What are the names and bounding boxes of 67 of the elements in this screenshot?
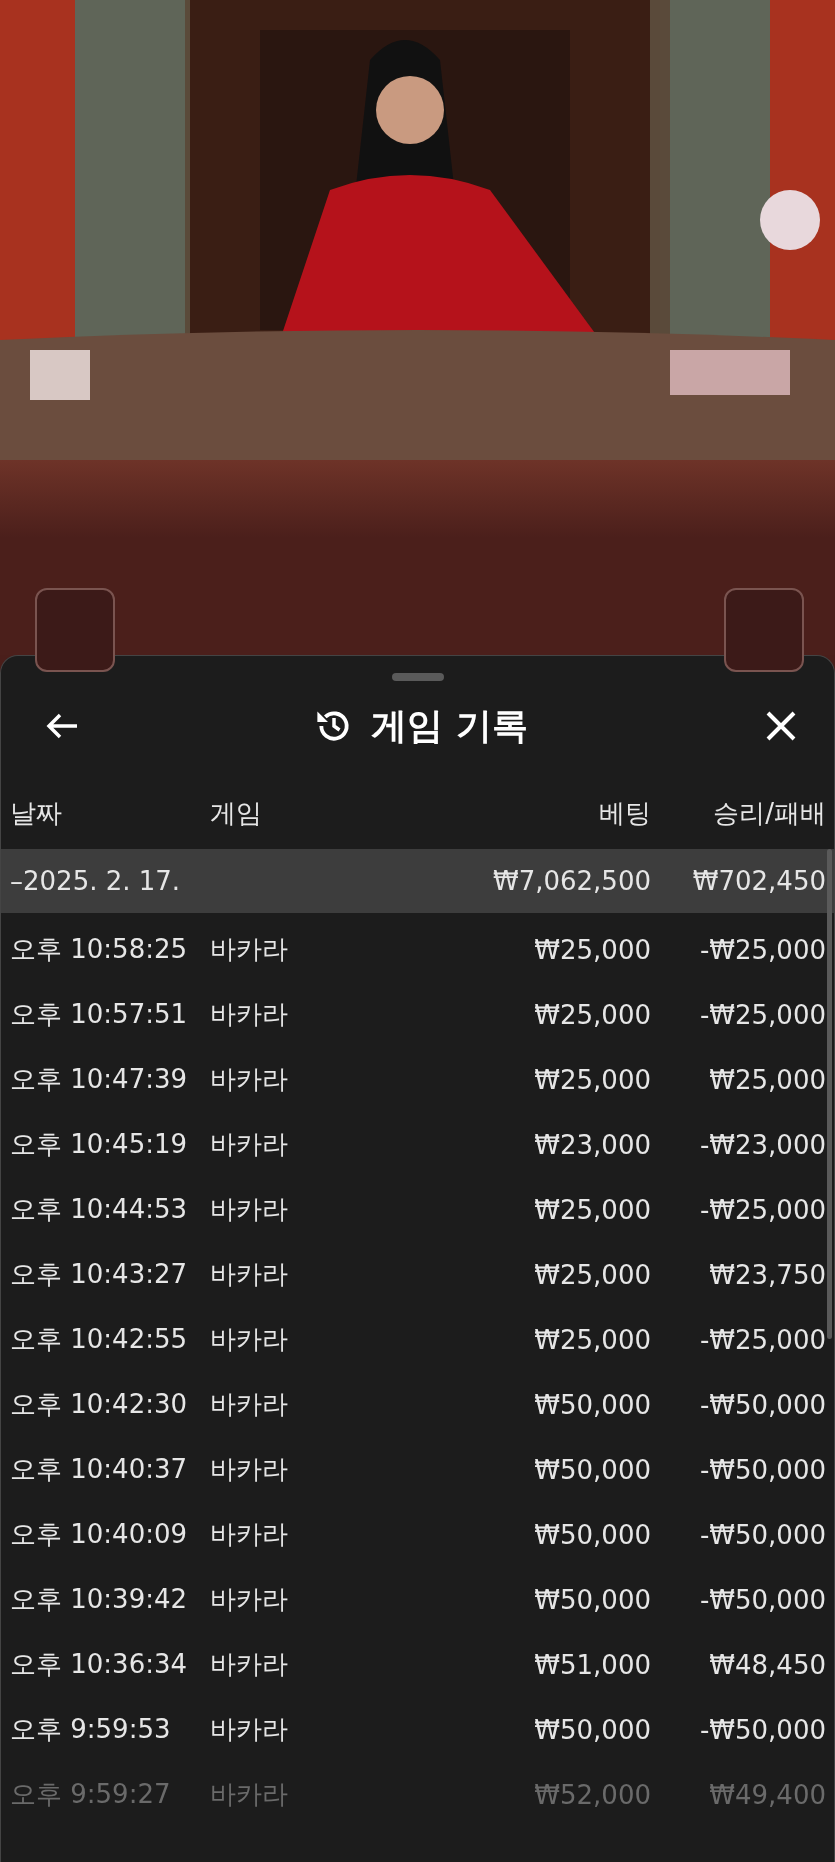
table-cell-text: -₩50,000	[698, 1454, 826, 1485]
table-cell-text: ₩50,000	[533, 1714, 651, 1745]
table-cell-text: -₩50,000	[698, 1389, 826, 1420]
table-cell-text: 바카라	[210, 1388, 289, 1421]
table-cell-text: 오후 10:43:27	[10, 1258, 189, 1291]
date-group-row[interactable]: –2025. 2. 17. ₩7,062,500 ₩702,450	[1, 849, 834, 913]
table-cell-text: 바카라	[210, 1583, 289, 1616]
table-cell-text: 바카라	[210, 933, 289, 966]
table-cell-text: ₩49,400	[708, 1779, 826, 1810]
sheet-title: 게임 기록	[371, 703, 528, 748]
table-cell-text: ₩50,000	[533, 1519, 651, 1550]
table-cell-text: ₩25,000	[533, 1194, 651, 1225]
table-cell-text: -₩25,000	[698, 999, 826, 1030]
table-cell-text: 바카라	[210, 1778, 289, 1811]
table-cell-text: 바카라	[210, 1648, 289, 1681]
table-cell-text: ₩48,450	[708, 1649, 826, 1680]
table-cell-text: -₩25,000	[698, 1194, 826, 1225]
table-cell-text: 오후 10:40:09	[10, 1518, 189, 1551]
column-header: 승리/패배	[712, 796, 826, 830]
table-cell-text: 오후 10:42:30	[10, 1388, 189, 1421]
table-cell-text: -₩25,000	[698, 1324, 826, 1355]
table-cell-text: 바카라	[210, 1193, 289, 1226]
table-cell-text: 오후 10:45:19	[10, 1128, 189, 1161]
table-cell-text: 바카라	[210, 1063, 289, 1096]
table-cell-text: ₩50,000	[533, 1584, 651, 1615]
table-cell-text: -₩25,000	[698, 934, 826, 965]
table-cell-text: ₩25,000	[533, 1064, 651, 1095]
table-cell-text: 바카라	[210, 1128, 289, 1161]
table-cell-text: -₩50,000	[698, 1584, 826, 1615]
table-cell-text: 오후 10:39:42	[10, 1583, 189, 1616]
table-cell-text: ₩25,000	[533, 999, 651, 1030]
table-cell-text: -₩50,000	[698, 1714, 826, 1745]
table-cell-text: ₩50,000	[533, 1389, 651, 1420]
table-cell-text: ₩23,000	[533, 1129, 651, 1160]
table-cell-text: 바카라	[210, 1323, 289, 1356]
table-cell-text: ₩25,000	[708, 1064, 826, 1095]
table-cell-text: 바카라	[210, 1258, 289, 1291]
table-cell-text: 바카라	[210, 1713, 289, 1746]
table-cell-text: ₩52,000	[533, 1779, 651, 1810]
table-cell-text: 바카라	[210, 1518, 289, 1551]
table-cell-text: -₩50,000	[698, 1519, 826, 1550]
table-cell-text: -₩23,000	[698, 1129, 826, 1160]
table-cell-text: 오후 10:42:55	[10, 1323, 189, 1356]
date-cell-text: –2025. 2. 17.	[10, 866, 182, 896]
table-cell-text: 오후 9:59:53	[10, 1713, 172, 1746]
column-header: 베팅	[598, 796, 651, 830]
table-cell-text: ₩25,000	[533, 1324, 651, 1355]
table-cell-text: 오후 10:36:34	[10, 1648, 189, 1681]
table-cell-text: 오후 10:40:37	[10, 1453, 189, 1486]
table-cell-text: 바카라	[210, 998, 289, 1031]
drag-handle[interactable]	[391, 673, 444, 681]
column-header: 날짜	[10, 796, 63, 830]
table-cell-text: 오후 10:44:53	[10, 1193, 189, 1226]
table-cell-text: 바카라	[210, 1453, 289, 1486]
table-cell-text: ₩7,062,500	[491, 866, 651, 896]
table-cell-text: 오후 10:47:39	[10, 1063, 189, 1096]
table-cell-text: ₩25,000	[533, 1259, 651, 1290]
scrollbar[interactable]	[827, 849, 832, 1339]
table-cell-text: ₩23,750	[708, 1259, 826, 1290]
table-cell-text: 오후 10:57:51	[10, 998, 189, 1031]
table-cell-text: ₩51,000	[533, 1649, 651, 1680]
table-cell-text: 오후 10:58:25	[10, 933, 189, 966]
table-cell-text: ₩25,000	[533, 934, 651, 965]
table-cell-text: ₩50,000	[533, 1454, 651, 1485]
table-cell-text: 오후 9:59:27	[10, 1778, 172, 1811]
table-cell-text: ₩702,450	[691, 866, 826, 896]
column-header: 게임	[210, 796, 263, 830]
